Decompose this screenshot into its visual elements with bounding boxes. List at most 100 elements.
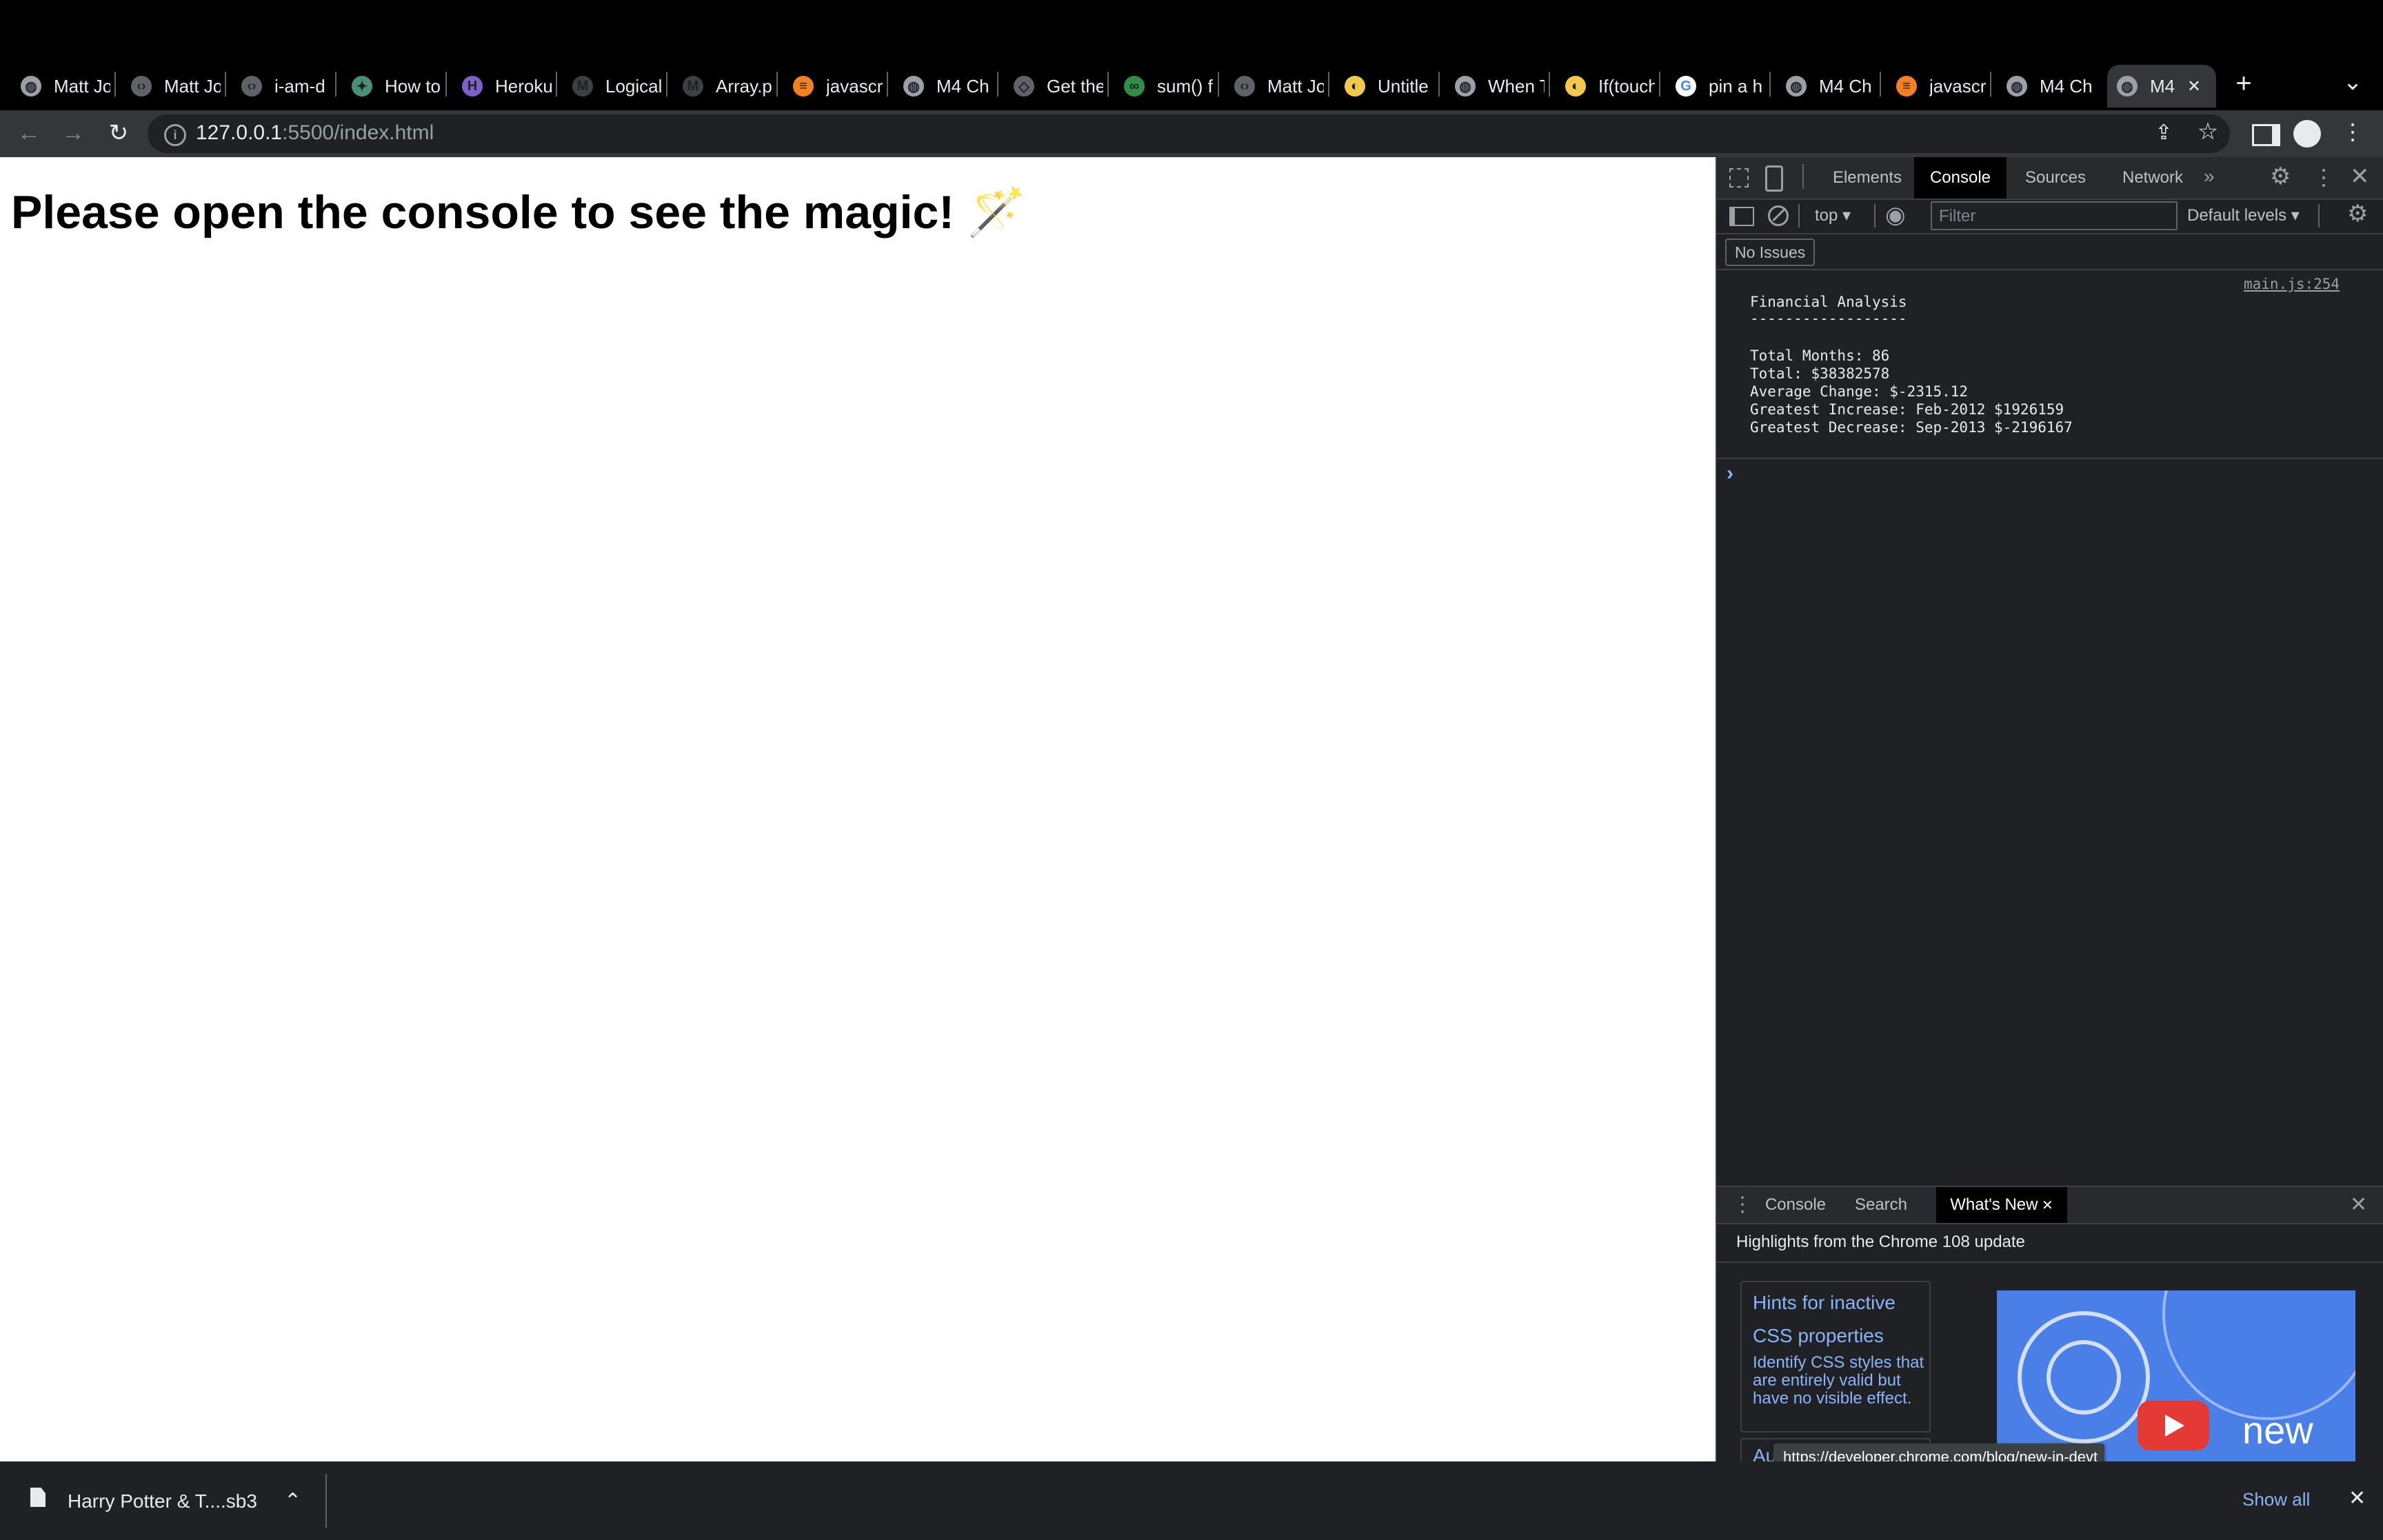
sidebar-toggle-icon[interactable]: [1729, 207, 1754, 226]
browser-tab[interactable]: M Array.p: [673, 65, 774, 108]
code-icon: ‹›: [1234, 76, 1255, 97]
devtools-tab-elements[interactable]: Elements: [1827, 157, 1907, 199]
log-levels-dropdown[interactable]: Default levels ▾: [2187, 205, 2300, 225]
browser-tab[interactable]: ◍ M4 Ch: [1776, 65, 1877, 108]
drawer-menu-icon[interactable]: ⋮: [1732, 1193, 1753, 1217]
tab-title: M4 Ch: [2040, 75, 2093, 97]
tab-title: M4 Ch: [1819, 75, 1872, 97]
browser-tab[interactable]: ◍ M4 Ch: [1997, 65, 2098, 108]
filter-placeholder: Filter: [1939, 207, 1976, 225]
inspect-element-icon[interactable]: [1729, 168, 1749, 188]
browser-tab[interactable]: ◐ Untitle: [1335, 65, 1436, 108]
devtools-divider: [1717, 199, 2383, 200]
console-prompt[interactable]: ›: [1727, 462, 1733, 485]
site-info-icon[interactable]: i: [164, 124, 186, 146]
profile-avatar-icon[interactable]: [2293, 120, 2321, 148]
download-options-chevron-icon[interactable]: ⌃: [284, 1489, 301, 1513]
tab-separator: [556, 72, 557, 97]
console-message-divider: [1717, 458, 2383, 459]
back-icon[interactable]: ←: [14, 121, 44, 145]
devtools-divider: [1802, 164, 1804, 189]
browser-tab[interactable]: Gpin a h: [1666, 65, 1767, 108]
download-bar-close-icon[interactable]: ✕: [2349, 1486, 2366, 1510]
drawer-tab[interactable]: What's New ✕: [1936, 1187, 2067, 1223]
cube-icon: ◇: [1014, 76, 1034, 97]
tab-separator: [114, 72, 116, 97]
drawer-close-icon[interactable]: ✕: [2350, 1193, 2367, 1217]
drawer-tab-label: What's New: [1950, 1195, 2038, 1214]
devtools-tab-network[interactable]: Network: [2114, 157, 2191, 199]
browser-tab[interactable]: ◍ M4 Ch: [894, 65, 994, 108]
browser-tab[interactable]: ≡ javascr: [783, 65, 884, 108]
context-selector[interactable]: top ▾: [1815, 205, 1851, 225]
devtools-settings-icon[interactable]: ⚙: [2270, 163, 2291, 190]
url-host: 127.0.0.1: [196, 121, 283, 144]
issues-button[interactable]: No Issues: [1725, 239, 1815, 266]
close-drawer-tab-icon[interactable]: ✕: [2038, 1198, 2053, 1213]
drawer-tab[interactable]: Console: [1757, 1187, 1834, 1223]
devtools-divider: [1717, 269, 2383, 270]
tab-separator: [1438, 72, 1440, 97]
download-filename[interactable]: Harry Potter & T....sb3: [68, 1490, 257, 1512]
tab-title: M4 Ch: [936, 75, 989, 97]
source-link[interactable]: main.js:254: [2244, 276, 2340, 292]
whats-new-card[interactable]: Hints for inactive CSS properties Identi…: [1740, 1281, 1931, 1432]
code-icon: ‹›: [131, 76, 152, 97]
devtools-close-icon[interactable]: ✕: [2350, 163, 2370, 190]
browser-tab[interactable]: ✦ How to: [342, 65, 443, 108]
devtools-tab-sources[interactable]: Sources: [2015, 157, 2096, 199]
share-icon[interactable]: ⇪: [2149, 121, 2179, 145]
side-panel-icon[interactable]: [2252, 124, 2280, 146]
tab-title: Matt Jo: [164, 75, 221, 97]
card-title: Hints for inactive CSS properties: [1753, 1292, 1896, 1346]
devtools-tab-console[interactable]: Console: [1914, 157, 2007, 199]
close-tab-icon[interactable]: ✕: [2187, 77, 2201, 97]
console-filter-input[interactable]: Filter: [1931, 201, 2178, 230]
tab-separator: [445, 72, 447, 97]
address-bar[interactable]: [148, 114, 2230, 153]
browser-tab[interactable]: ◍ When T: [1445, 65, 1546, 108]
new-tab-button[interactable]: +: [2229, 70, 2259, 97]
whats-new-video-thumbnail[interactable]: new: [1997, 1290, 2355, 1461]
forward-icon[interactable]: →: [58, 121, 88, 145]
browser-tab[interactable]: ◐ If(touch: [1556, 65, 1656, 108]
play-button-icon[interactable]: [2138, 1401, 2209, 1450]
page-viewport: [0, 157, 1716, 1461]
more-tabs-icon[interactable]: »: [2204, 165, 2215, 188]
drawer-tab[interactable]: Search: [1845, 1187, 1917, 1223]
live-expression-eye-icon[interactable]: ◉: [1885, 201, 1906, 229]
browser-tab[interactable]: ‹› i-am-d: [232, 65, 332, 108]
reload-icon[interactable]: ↻: [103, 121, 134, 145]
globe-icon: ◍: [2117, 76, 2138, 97]
browser-tab[interactable]: ∞ sum() f: [1114, 65, 1215, 108]
tab-separator: [997, 72, 998, 97]
browser-tab[interactable]: H Heroku: [452, 65, 553, 108]
browser-tab[interactable]: ‹› Matt Jo: [121, 65, 222, 108]
tab-title: Matt Jo: [1267, 75, 1324, 97]
browser-tab[interactable]: ◍ Matt Jo: [11, 65, 112, 108]
bookmark-star-icon[interactable]: ☆: [2193, 120, 2223, 143]
tab-title: Logical: [605, 75, 662, 97]
tab-search-icon[interactable]: ⌄: [2337, 70, 2368, 94]
drawer-divider: [1717, 1262, 2383, 1263]
url-text[interactable]: 127.0.0.1:5500/index.html: [196, 121, 434, 145]
show-all-button[interactable]: Show all: [2242, 1489, 2310, 1510]
browser-tab[interactable]: ≡ javascr: [1887, 65, 1987, 108]
browser-tab[interactable]: ◍ M4 ✕: [2107, 65, 2216, 108]
globe-icon: ◍: [21, 76, 41, 97]
tab-separator: [1218, 72, 1219, 97]
download-divider: [325, 1474, 327, 1528]
browser-tab[interactable]: ‹› Matt Jo: [1225, 65, 1325, 108]
browser-tab[interactable]: M Logical: [563, 65, 663, 108]
globe-icon: ◍: [1786, 76, 1807, 97]
console-settings-icon[interactable]: ⚙: [2347, 200, 2368, 227]
tab-separator: [225, 72, 226, 97]
devtools-menu-icon[interactable]: ⋮: [2313, 164, 2335, 190]
tab-title: sum() f: [1157, 75, 1213, 97]
device-toolbar-icon[interactable]: [1765, 165, 1783, 192]
browser-menu-icon[interactable]: ⋮: [2337, 120, 2368, 143]
browser-tab[interactable]: ◇ Get the: [1004, 65, 1105, 108]
play-triangle: [2165, 1415, 2184, 1437]
devtools-divider: [1798, 204, 1800, 227]
gfg-icon: ∞: [1124, 76, 1145, 97]
